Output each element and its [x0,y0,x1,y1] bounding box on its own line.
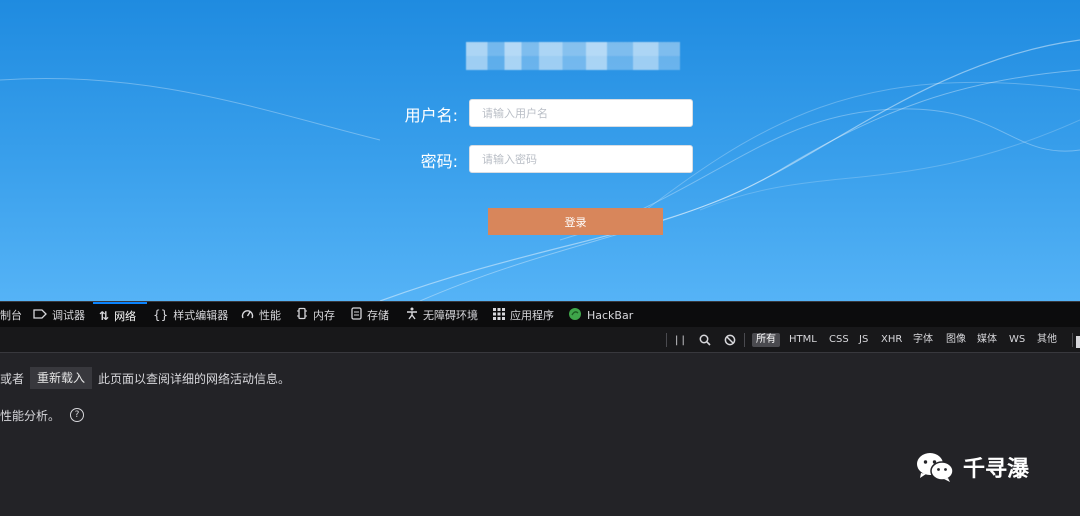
braces-icon: {} [153,308,169,322]
storage-icon [351,307,362,323]
wechat-icon [917,453,954,482]
login-button[interactable]: 登录 [488,208,663,235]
tab-memory[interactable]: 内存 [296,302,335,328]
tab-accessibility[interactable]: 无障碍环境 [406,302,478,328]
search-icon[interactable] [699,327,711,353]
filter-ws[interactable]: WS [1005,333,1029,347]
filter-all[interactable]: 所有 [752,333,780,347]
tab-label: HackBar [587,308,634,322]
grid-icon [493,307,505,323]
filter-media[interactable]: 媒体 [973,333,1001,347]
tab-hackbar[interactable]: HackBar [568,302,633,328]
panel-edge-marker [1076,336,1080,348]
login-page: 用户名: 密码: 登录 [0,0,1080,301]
username-label: 用户名: [404,106,458,125]
username-input[interactable] [469,99,693,127]
filter-xhr[interactable]: XHR [877,333,906,347]
debugger-icon [33,308,47,322]
tab-application[interactable]: 应用程序 [493,302,554,328]
reload-message: 或者 重新载入 此页面以查阅详细的网络活动信息。 [0,367,290,389]
toolbar-divider [744,333,745,347]
filter-html[interactable]: HTML [785,333,821,347]
help-icon[interactable]: ? [70,408,85,422]
pause-button[interactable]: | | [675,327,685,353]
tab-label: 无障碍环境 [423,309,478,322]
network-toolbar: | | 所有 HTML CSS JS XHR 字体 图像 媒体 WS 其他 [0,327,1080,353]
toolbar-divider [1072,333,1073,347]
message-prefix: 或者 [0,371,25,386]
watermark-text: 千寻瀑 [963,457,1030,482]
tab-performance[interactable]: 性能 [241,302,281,328]
network-icon: ⇅ [99,309,110,323]
tab-console[interactable]: 制台 [0,302,22,328]
tab-label: 应用程序 [510,309,554,322]
gauge-icon [241,308,254,323]
tab-label: 内存 [313,309,335,322]
perf-text: 性能分析。 [0,408,61,423]
tab-style-editor[interactable]: {} 样式编辑器 [153,302,228,328]
filter-fonts[interactable]: 字体 [909,333,937,347]
hackbar-icon [568,307,582,324]
reload-button[interactable]: 重新载入 [30,367,93,389]
tab-label: 制台 [0,309,22,322]
tab-label: 调试器 [52,309,85,322]
message-suffix: 此页面以查阅详细的网络活动信息。 [98,371,291,386]
password-label: 密码: [420,152,458,171]
tab-label: 性能 [259,309,281,322]
perf-message: 性能分析。 ? [0,406,85,424]
tab-debugger[interactable]: 调试器 [33,302,85,328]
block-icon[interactable] [724,327,736,353]
filter-images[interactable]: 图像 [942,333,970,347]
filter-other[interactable]: 其他 [1033,333,1061,347]
toolbar-divider [666,333,667,347]
accessibility-icon [406,307,418,323]
tab-label: 样式编辑器 [173,309,229,322]
password-input[interactable] [469,145,693,173]
blurred-site-title [466,42,680,70]
tab-label: 存储 [367,309,389,322]
tab-storage[interactable]: 存储 [351,302,389,328]
watermark: 千寻瀑 [915,447,1029,487]
filter-js[interactable]: JS [855,333,872,347]
tab-label: 网络 [114,310,137,323]
tab-network[interactable]: ⇅ 网络 [93,302,147,328]
devtools-tab-bar: 制台 调试器 ⇅ 网络 {} 样式编辑器 性能 内存 存储 无障碍环境 应用程序… [0,301,1080,327]
memory-chip-icon [296,307,308,323]
filter-css[interactable]: CSS [825,333,853,347]
